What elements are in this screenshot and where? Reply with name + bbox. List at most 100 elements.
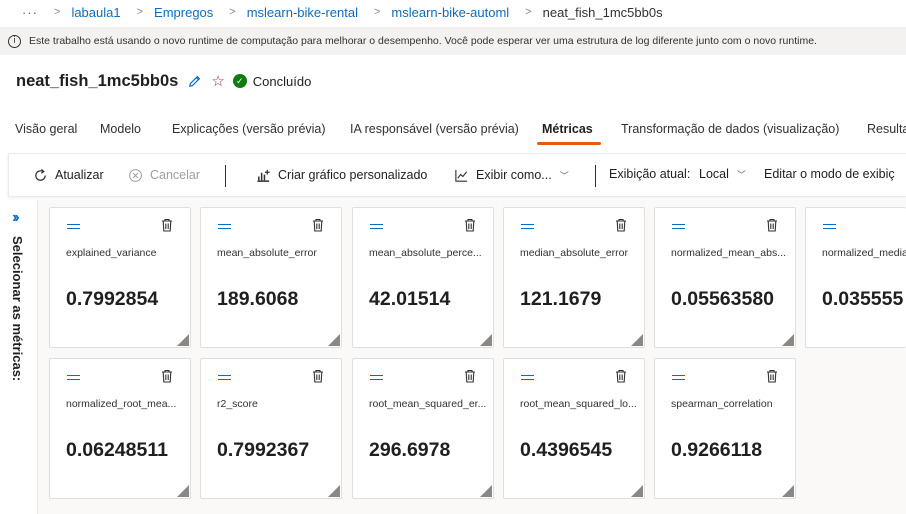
delete-trash-icon[interactable] xyxy=(615,218,627,232)
resize-handle-icon[interactable] xyxy=(782,334,794,346)
metrics-selector-panel[interactable]: ›› Selecionar as métricas: xyxy=(0,200,38,514)
cancel-label: Cancelar xyxy=(150,168,201,182)
delete-trash-icon[interactable] xyxy=(615,369,627,383)
edit-view-mode-button[interactable]: Editar o modo de exibiç xyxy=(764,167,895,181)
tab-metrics[interactable]: Métricas xyxy=(542,122,593,136)
metric-name: root_mean_squared_er... xyxy=(369,398,487,410)
delete-trash-icon[interactable] xyxy=(161,369,173,383)
metric-value: 0.06248511 xyxy=(66,439,168,461)
drag-handle-icon[interactable] xyxy=(370,375,383,380)
drag-handle-icon[interactable] xyxy=(672,375,685,380)
metric-tile[interactable]: normalized_media 0.035555 xyxy=(805,207,906,348)
resize-handle-icon[interactable] xyxy=(328,485,340,497)
line-chart-icon xyxy=(453,167,469,183)
cancel-button[interactable]: Cancelar xyxy=(127,167,200,183)
metric-tile[interactable]: normalized_mean_abs... 0.05563580 xyxy=(654,207,796,348)
breadcrumb-item-parent-job[interactable]: mslearn-bike-automl xyxy=(391,5,509,20)
metric-tile[interactable]: explained_variance 0.7992854 xyxy=(49,207,191,348)
metric-name: spearman_correlation xyxy=(671,398,773,410)
tab-explanations[interactable]: Explicações (versão prévia) xyxy=(172,122,326,136)
resize-handle-icon[interactable] xyxy=(328,334,340,346)
metric-value: 0.7992367 xyxy=(217,439,310,461)
breadcrumb-item-jobs[interactable]: Empregos xyxy=(154,5,213,20)
view-as-dropdown[interactable]: Exibir como... ﹀ xyxy=(453,167,569,183)
tab-data-transformation[interactable]: Transformação de dados (visualização) xyxy=(621,122,839,136)
edit-pencil-icon[interactable] xyxy=(187,74,202,89)
drag-handle-icon[interactable] xyxy=(370,224,383,229)
metric-tile[interactable]: root_mean_squared_lo... 0.4396545 xyxy=(503,358,645,499)
drag-handle-icon[interactable] xyxy=(218,375,231,380)
metric-name: mean_absolute_error xyxy=(217,247,317,259)
breadcrumb-item-current: neat_fish_1mc5bb0s xyxy=(542,4,663,20)
toolbar-divider xyxy=(225,165,226,187)
run-header: neat_fish_1mc5bb0s ☆ ✓ Concluído xyxy=(16,68,311,94)
metric-tile[interactable]: mean_absolute_perce... 42.01514 xyxy=(352,207,494,348)
metric-name: explained_variance xyxy=(66,247,157,259)
delete-trash-icon[interactable] xyxy=(766,218,778,232)
delete-trash-icon[interactable] xyxy=(464,218,476,232)
metric-tile[interactable]: normalized_root_mea... 0.06248511 xyxy=(49,358,191,499)
resize-handle-icon[interactable] xyxy=(782,485,794,497)
delete-trash-icon[interactable] xyxy=(766,369,778,383)
tab-overview[interactable]: Visão geral xyxy=(15,122,77,136)
current-view-dropdown[interactable]: Local ﹀ xyxy=(699,167,746,181)
metric-name: mean_absolute_perce... xyxy=(369,247,482,259)
delete-trash-icon[interactable] xyxy=(161,218,173,232)
resize-handle-icon[interactable] xyxy=(631,485,643,497)
drag-handle-icon[interactable] xyxy=(218,224,231,229)
create-custom-chart-button[interactable]: Criar gráfico personalizado xyxy=(255,167,427,183)
favorite-star-icon[interactable]: ☆ xyxy=(211,74,224,89)
edit-view-mode-label: Editar o modo de exibiç xyxy=(764,167,895,181)
resize-handle-icon[interactable] xyxy=(177,485,189,497)
resize-handle-icon[interactable] xyxy=(480,334,492,346)
metric-name: median_absolute_error xyxy=(520,247,628,259)
current-view-value: Local xyxy=(699,167,729,181)
metrics-grid: explained_variance 0.7992854 mean_absolu… xyxy=(38,200,906,514)
drag-handle-icon[interactable] xyxy=(672,224,685,229)
metric-name: normalized_media xyxy=(822,247,906,259)
drag-handle-icon[interactable] xyxy=(823,224,836,229)
metric-tile[interactable]: median_absolute_error 121.1679 xyxy=(503,207,645,348)
metric-value: 0.9266118 xyxy=(671,439,763,461)
tab-responsible-ai[interactable]: IA responsável (versão prévia) xyxy=(350,122,519,136)
drag-handle-icon[interactable] xyxy=(67,224,80,229)
breadcrumb-item-workspace[interactable]: labaula1 xyxy=(71,5,120,20)
metric-name: normalized_root_mea... xyxy=(66,398,177,410)
tab-model[interactable]: Modelo xyxy=(100,122,141,136)
metric-value: 0.4396545 xyxy=(520,439,613,461)
chart-add-icon xyxy=(255,167,271,183)
delete-trash-icon[interactable] xyxy=(464,369,476,383)
delete-trash-icon[interactable] xyxy=(312,218,324,232)
expand-double-chevron-icon[interactable]: ›› xyxy=(12,209,19,227)
select-metrics-label: Selecionar as métricas: xyxy=(10,236,25,382)
metric-tile[interactable]: root_mean_squared_er... 296.6978 xyxy=(352,358,494,499)
delete-trash-icon[interactable] xyxy=(312,369,324,383)
info-bar-text: Este trabalho está usando o novo runtime… xyxy=(29,35,817,47)
drag-handle-icon[interactable] xyxy=(521,375,534,380)
metric-tile[interactable]: r2_score 0.7992367 xyxy=(200,358,342,499)
drag-handle-icon[interactable] xyxy=(67,375,80,380)
metric-tile[interactable]: spearman_correlation 0.9266118 xyxy=(654,358,796,499)
breadcrumb-item-experiment[interactable]: mslearn-bike-rental xyxy=(247,5,358,20)
tab-outputs[interactable]: Resulta xyxy=(867,122,906,136)
resize-handle-icon[interactable] xyxy=(631,334,643,346)
metric-value: 0.035555 xyxy=(822,288,904,310)
create-custom-chart-label: Criar gráfico personalizado xyxy=(278,168,428,182)
breadcrumb-more-button[interactable]: ··· xyxy=(22,5,38,20)
cancel-icon xyxy=(127,167,143,183)
view-as-label: Exibir como... xyxy=(476,168,552,182)
metric-tile[interactable]: mean_absolute_error 189.6068 xyxy=(200,207,342,348)
drag-handle-icon[interactable] xyxy=(521,224,534,229)
breadcrumb-separator-icon: > xyxy=(373,6,381,18)
checkmark-icon: ✓ xyxy=(232,74,247,88)
current-view-label-group: Exibição atual: xyxy=(609,167,690,181)
resize-handle-icon[interactable] xyxy=(480,485,492,497)
metric-name: normalized_mean_abs... xyxy=(671,247,786,259)
resize-handle-icon[interactable] xyxy=(177,334,189,346)
metric-value: 296.6978 xyxy=(369,439,451,461)
refresh-icon xyxy=(32,167,48,183)
refresh-button[interactable]: Atualizar xyxy=(32,167,104,183)
metric-value: 189.6068 xyxy=(217,288,299,310)
metrics-toolbar: Atualizar Cancelar Criar gráfico persona… xyxy=(8,153,906,197)
breadcrumb-separator-icon: > xyxy=(136,6,144,18)
